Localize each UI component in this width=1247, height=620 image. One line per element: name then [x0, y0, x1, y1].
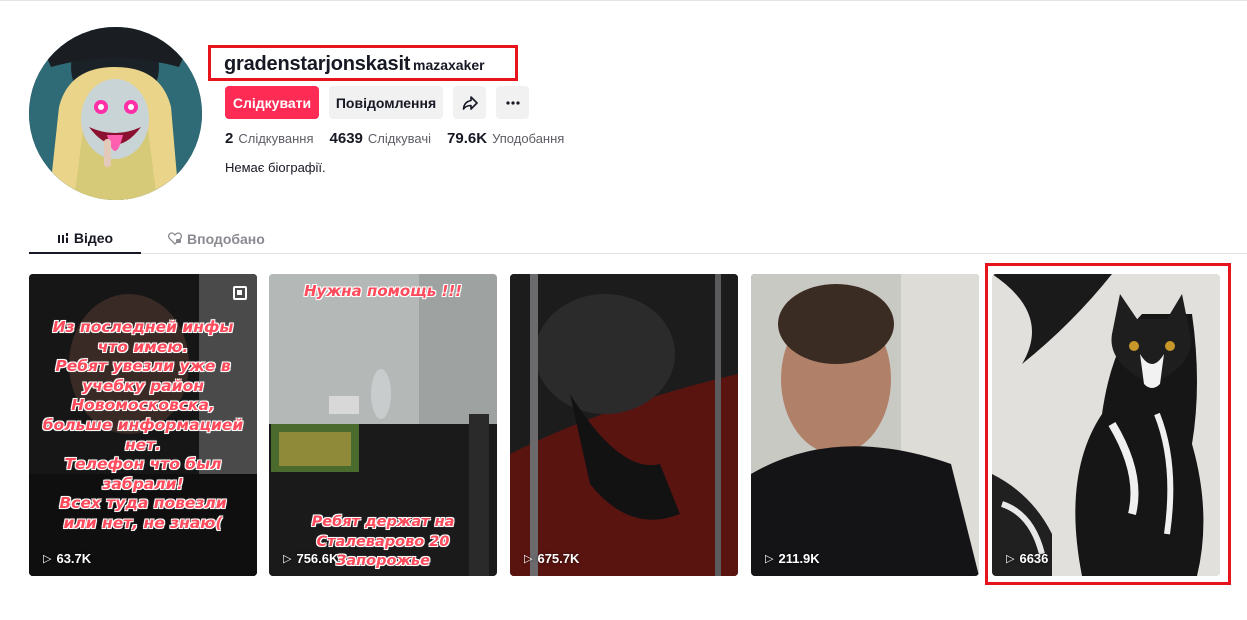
video-item[interactable]: Из последней инфы что имею. Ребят увезли… [29, 274, 257, 576]
view-count: ▷ 211.9K [765, 551, 820, 566]
video-thumbnail [992, 274, 1220, 576]
video-item[interactable]: ▷ 211.9K [751, 274, 979, 576]
bio: Немає біографії. [225, 160, 326, 175]
more-options-button[interactable] [496, 86, 529, 119]
message-button[interactable]: Повідомлення [329, 86, 443, 119]
profile-stats: 2 Слідкування 4639 Слідкувачі 79.6K Упод… [225, 130, 580, 147]
profile-tabs: Відео Вподобано [29, 223, 1247, 254]
view-count: ▷ 756.6K [283, 551, 339, 566]
video-thumbnail [751, 274, 979, 576]
share-icon [462, 95, 478, 110]
likes-count: 79.6K [447, 130, 488, 147]
heart-lock-icon [168, 232, 182, 245]
top-divider [0, 0, 1247, 1]
video-item[interactable]: Нужна помощь !!! Ребят держат на Сталева… [269, 274, 497, 576]
followers-stat[interactable]: 4639 Слідкувачі [330, 130, 432, 147]
followers-label: Слідкувачі [367, 131, 432, 146]
likes-stat: 79.6K Уподобання [447, 130, 564, 147]
play-icon: ▷ [1006, 553, 1015, 565]
video-overlay-text: Из последней инфы что имею. Ребят увезли… [42, 318, 244, 532]
nickname: mazaxaker [413, 57, 485, 73]
grid-icon [57, 232, 68, 243]
tab-liked[interactable]: Вподобано [168, 223, 265, 254]
following-label: Слідкування [238, 131, 314, 146]
avatar-image [29, 27, 202, 200]
more-icon [505, 100, 520, 105]
play-icon: ▷ [43, 553, 52, 565]
play-icon: ▷ [524, 553, 533, 565]
share-button[interactable] [453, 86, 486, 119]
video-item[interactable]: ▷ 675.7K [510, 274, 738, 576]
view-count: ▷ 675.7K [524, 551, 580, 566]
view-count: ▷ 63.7K [43, 551, 92, 566]
tab-videos[interactable]: Відео [29, 223, 141, 254]
avatar[interactable] [29, 27, 202, 200]
following-stat[interactable]: 2 Слідкування [225, 130, 314, 147]
likes-label: Уподобання [492, 131, 565, 146]
view-count: ▷ 6636 [1006, 551, 1049, 566]
video-thumbnail [510, 274, 738, 576]
video-item[interactable]: ▷ 6636 [992, 274, 1220, 576]
following-count: 2 [225, 130, 234, 147]
video-overlay-title: Нужна помощь !!! [303, 282, 462, 300]
follow-button[interactable]: Слідкувати [225, 86, 319, 119]
followers-count: 4639 [329, 130, 363, 147]
multi-photo-icon [233, 286, 247, 300]
tab-liked-label: Вподобано [187, 230, 265, 247]
play-icon: ▷ [283, 553, 292, 565]
tab-videos-label: Відео [73, 229, 114, 246]
play-icon: ▷ [765, 553, 774, 565]
username: gradenstarjonskasit [224, 53, 411, 75]
